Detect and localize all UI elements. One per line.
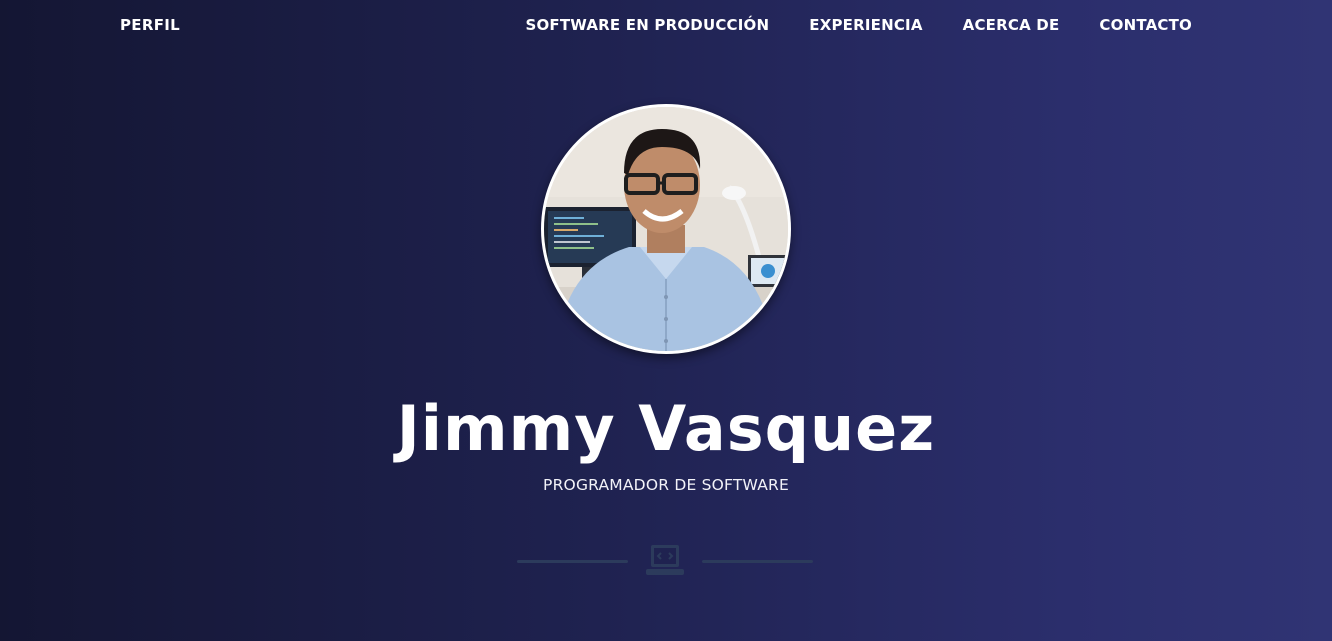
nav-links: SOFTWARE EN PRODUCCIÓN EXPERIENCIA ACERC… [525, 16, 1192, 34]
nav-brand-perfil[interactable]: PERFIL [120, 16, 180, 34]
navbar: PERFIL SOFTWARE EN PRODUCCIÓN EXPERIENCI… [0, 0, 1332, 50]
hero-subtitle: PROGRAMADOR DE SOFTWARE [543, 476, 789, 494]
nav-item-acerca-de[interactable]: ACERCA DE [963, 16, 1060, 34]
laptop-code-icon [645, 543, 685, 579]
hero-divider [517, 543, 813, 579]
hero-name: Jimmy Vasquez [396, 392, 936, 465]
divider-line-left [517, 560, 628, 563]
profile-photo [544, 107, 788, 351]
nav-item-contacto[interactable]: CONTACTO [1099, 16, 1192, 34]
divider-line-right [702, 560, 813, 563]
nav-item-experiencia[interactable]: EXPERIENCIA [809, 16, 922, 34]
nav-item-software-en-produccion[interactable]: SOFTWARE EN PRODUCCIÓN [525, 16, 769, 34]
profile-avatar [541, 104, 791, 354]
